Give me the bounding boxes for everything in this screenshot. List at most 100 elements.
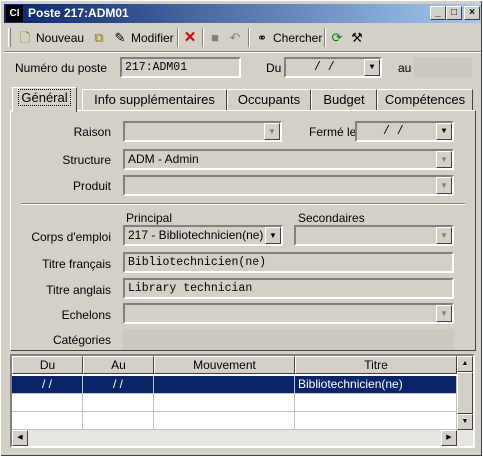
grid-header-mouvement[interactable]: Mouvement: [154, 356, 295, 374]
tools-button[interactable]: ⚒: [349, 28, 368, 48]
secondaires-combo[interactable]: ▼: [294, 225, 454, 246]
new-button[interactable]: 🗋 Nouveau: [17, 28, 84, 48]
grid-header-titre[interactable]: Titre: [295, 356, 457, 374]
tab-general-label: Général: [18, 89, 71, 106]
structure-combo[interactable]: ADM - Admin ▼: [123, 149, 454, 170]
delete-x-icon: ✕: [183, 29, 197, 46]
tab-info-supplementaires[interactable]: Info supplémentaires: [82, 89, 227, 111]
structure-value: ADM - Admin: [128, 152, 199, 166]
table-row-empty[interactable]: [12, 394, 83, 412]
edit-button-label: Modifier: [131, 31, 174, 45]
table-row-empty[interactable]: [154, 412, 295, 430]
delete-button[interactable]: ✕: [182, 28, 201, 48]
table-row-empty[interactable]: [83, 394, 154, 412]
echelons-dropdown[interactable]: ▼: [436, 305, 452, 322]
au-date-field[interactable]: [414, 57, 472, 78]
titre-francais-label: Titre français: [42, 257, 111, 271]
toolbar-separator: [202, 28, 204, 47]
corps-emploi-combo[interactable]: 217 - Bibliotechnicien(ne) ▼: [123, 225, 283, 246]
scroll-left-arrow-icon[interactable]: ◀: [12, 430, 28, 446]
du-date-value: / /: [314, 61, 335, 74]
grid-header-au[interactable]: Au: [83, 356, 154, 374]
app-icon: CI: [6, 5, 23, 22]
ferme-date-value: / /: [383, 125, 404, 138]
table-row-empty[interactable]: [154, 394, 295, 412]
save-disk-icon: ■: [211, 30, 219, 45]
mouvements-grid: Du Au Mouvement Titre / / / / Bibliotech…: [10, 354, 475, 448]
copy-button[interactable]: ⧉: [91, 28, 110, 48]
table-row-empty[interactable]: [295, 412, 457, 430]
undo-button[interactable]: ↶: [227, 28, 246, 48]
du-label: Du: [266, 61, 282, 75]
undo-icon: ↶: [229, 30, 241, 45]
scroll-down-arrow-icon[interactable]: ▼: [457, 414, 473, 430]
vertical-scrollbar[interactable]: ▲ ▼: [457, 356, 473, 446]
tab-strip: Général Info supplémentaires Occupants B…: [10, 87, 476, 112]
structure-dropdown[interactable]: ▼: [436, 151, 452, 168]
refresh-button[interactable]: ⟳: [329, 28, 348, 48]
tab-budget[interactable]: Budget: [311, 89, 377, 111]
edit-button[interactable]: ✎ Modifier: [112, 28, 174, 48]
produit-combo[interactable]: ▼: [123, 175, 454, 196]
echelons-combo[interactable]: ▼: [123, 303, 454, 324]
edit-icon: ✎: [114, 30, 126, 45]
corps-emploi-label: Corps d'emploi: [31, 230, 111, 244]
poste-window: CI Poste 217:ADM01 _ □ × 🗋 Nouveau ⧉ ✎ M…: [0, 0, 483, 457]
scroll-thumb[interactable]: [457, 372, 473, 414]
table-row-empty[interactable]: [12, 412, 83, 430]
toolbar-grip[interactable]: [8, 28, 11, 47]
search-button[interactable]: ⚭ Chercher: [254, 28, 322, 48]
du-date-field[interactable]: / / ▼: [284, 57, 382, 78]
titre-francais-field[interactable]: Bibliotechnicien(ne): [123, 252, 454, 273]
copy-icon: ⧉: [94, 30, 104, 45]
tools-icon: ⚒: [351, 30, 363, 45]
minimize-button[interactable]: _: [430, 6, 446, 20]
titre-anglais-label: Titre anglais: [46, 283, 111, 297]
save-button[interactable]: ■: [207, 28, 226, 48]
raison-dropdown[interactable]: ▼: [264, 123, 280, 140]
section-divider: [21, 203, 465, 205]
toolbar-separator: [177, 28, 179, 47]
toolbar-separator: [248, 28, 250, 47]
toolbar-divider: [4, 51, 481, 53]
table-row-empty[interactable]: [83, 412, 154, 430]
titre-anglais-field[interactable]: Library technician: [123, 278, 454, 299]
table-row-titre[interactable]: Bibliotechnicien(ne): [295, 376, 457, 394]
du-date-dropdown[interactable]: ▼: [364, 59, 380, 76]
produit-label: Produit: [72, 179, 111, 193]
au-label: au: [398, 61, 412, 75]
maximize-button[interactable]: □: [446, 6, 462, 20]
ferme-label: Fermé le: [309, 125, 357, 139]
table-row-mouvement[interactable]: [154, 376, 295, 394]
scroll-right-arrow-icon[interactable]: ▶: [441, 430, 457, 446]
produit-dropdown[interactable]: ▼: [436, 177, 452, 194]
tab-occupants[interactable]: Occupants: [227, 89, 311, 111]
horizontal-scrollbar[interactable]: ◀ ▶: [12, 430, 457, 446]
raison-combo[interactable]: ▼: [123, 121, 282, 142]
tab-competences[interactable]: Compétences: [377, 89, 473, 111]
table-row-empty[interactable]: [295, 394, 457, 412]
categories-label: Catégories: [52, 333, 111, 347]
toolbar-separator: [324, 28, 326, 47]
numero-field[interactable]: 217:ADM01: [120, 57, 241, 78]
numero-label: Numéro du poste: [15, 61, 108, 75]
table-row-du[interactable]: / /: [12, 376, 83, 394]
new-document-icon: 🗋: [19, 30, 31, 45]
secondaires-label: Secondaires: [298, 211, 365, 225]
title-bar[interactable]: CI Poste 217:ADM01 _ □ ×: [4, 4, 481, 23]
categories-field[interactable]: [123, 329, 454, 350]
close-button[interactable]: ×: [464, 6, 480, 20]
ferme-date-dropdown[interactable]: ▼: [436, 123, 452, 140]
scroll-up-arrow-icon[interactable]: ▲: [457, 356, 473, 372]
ferme-date-field[interactable]: / / ▼: [355, 121, 454, 142]
raison-label: Raison: [73, 125, 111, 139]
grid-header-du[interactable]: Du: [12, 356, 83, 374]
search-button-label: Chercher: [273, 31, 323, 45]
table-row-au[interactable]: / /: [83, 376, 154, 394]
window-title: Poste 217:ADM01: [28, 6, 129, 20]
corps-emploi-dropdown[interactable]: ▼: [265, 227, 281, 244]
toolbar: 🗋 Nouveau ⧉ ✎ Modifier ✕ ■ ↶ ⚭ Chercher …: [4, 25, 481, 50]
secondaires-dropdown[interactable]: ▼: [436, 227, 452, 244]
tab-general[interactable]: Général: [12, 87, 77, 112]
echelons-label: Echelons: [61, 308, 111, 322]
